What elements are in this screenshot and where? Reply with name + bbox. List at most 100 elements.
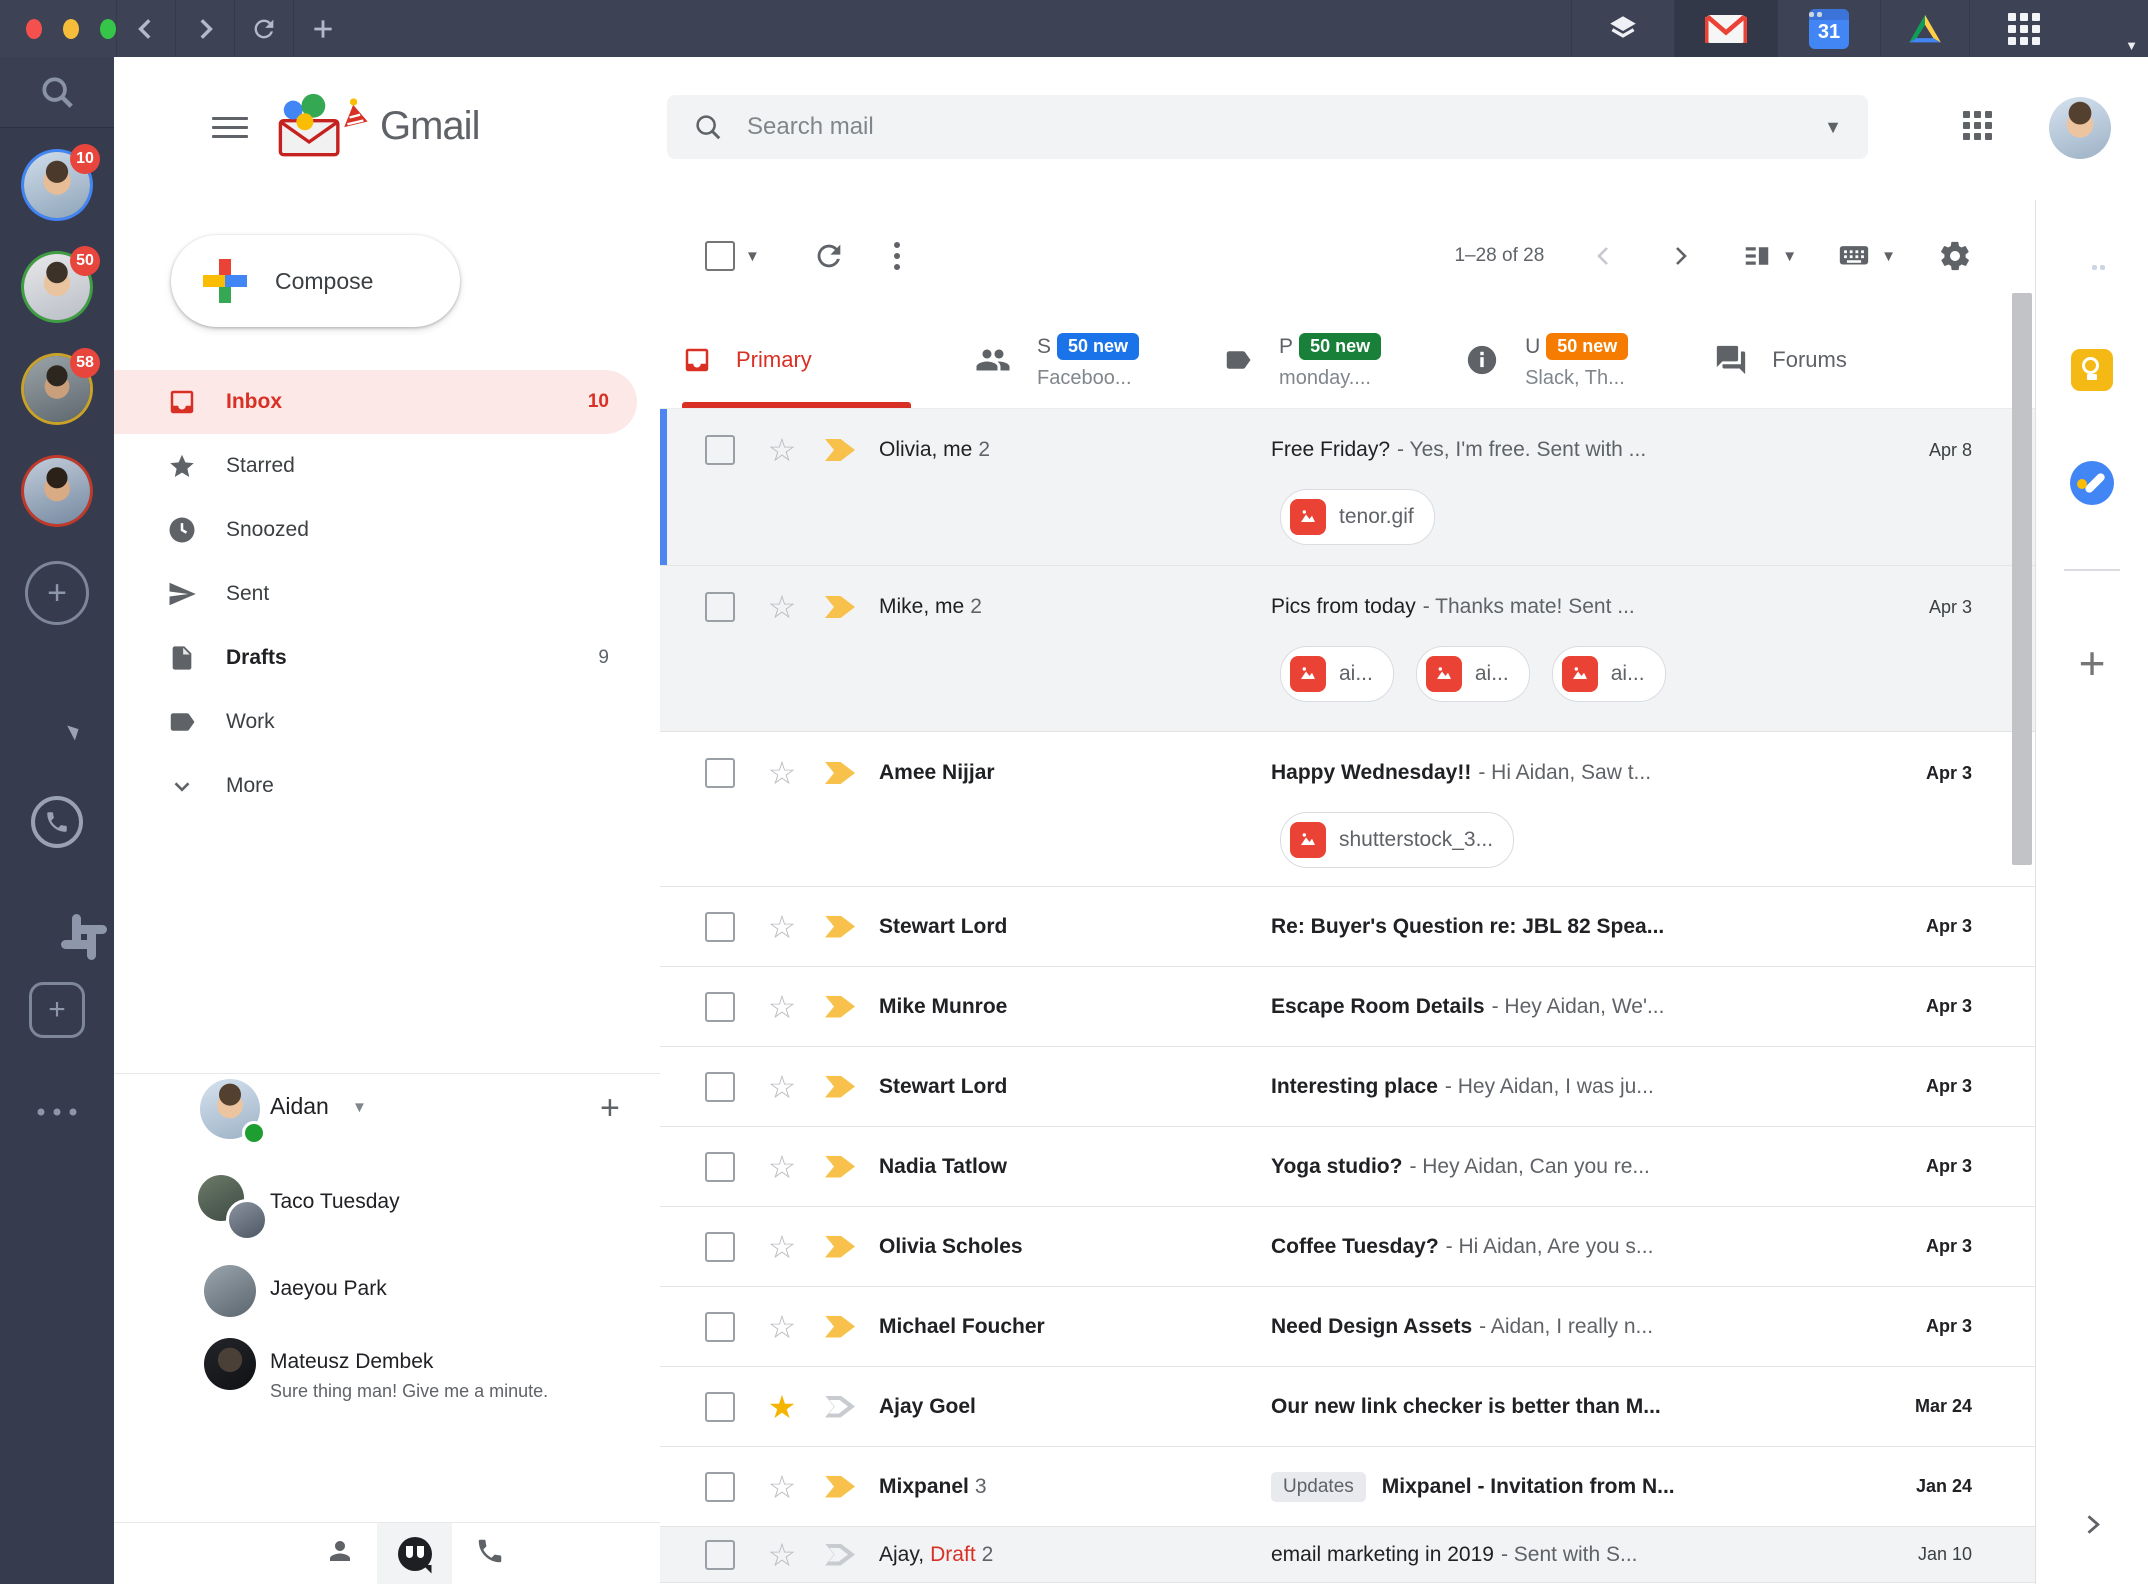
email-row[interactable]: ☆ Michael Foucher Need Design Assets - Aida… [660,1287,2036,1367]
tab-calendar[interactable]: 31 [1777,0,1880,57]
sidebar-item-snoozed[interactable]: Snoozed [114,498,637,562]
star-toggle[interactable]: ☆ [765,1310,799,1344]
importance-marker[interactable] [825,1075,855,1098]
tasks-addon-button[interactable] [2070,461,2114,505]
email-row[interactable]: ☆ Mike, me 2 Pics from today - Thanks mate! … [660,566,2036,732]
importance-marker[interactable] [825,1395,855,1418]
get-addons-button[interactable]: + [2079,636,2106,690]
star-toggle[interactable]: ☆ [765,1070,799,1104]
email-row[interactable]: ☆ Stewart Lord Re: Buyer's Question re: JB… [660,887,2036,967]
star-toggle[interactable]: ☆ [765,910,799,944]
tab-layers[interactable] [1571,0,1674,57]
email-row[interactable]: ☆ Stewart Lord Interesting place - Hey Aida… [660,1047,2036,1127]
search-options-caret-icon[interactable]: ▼ [1824,117,1842,138]
zoom-window-button[interactable] [100,18,116,39]
sidebar-item-work[interactable]: Work [114,690,637,754]
scrollbar-thumb[interactable] [2012,293,2032,865]
importance-marker[interactable] [825,596,855,618]
back-button[interactable] [116,0,175,57]
minimize-window-button[interactable] [63,18,79,39]
star-toggle[interactable]: ☆ [765,590,799,624]
google-apps-button[interactable] [1963,111,1992,140]
star-toggle[interactable]: ☆ [765,1150,799,1184]
email-checkbox[interactable] [705,911,735,942]
importance-marker[interactable] [825,915,855,938]
hamburger-menu-button[interactable] [212,109,248,145]
sidebar-search-button[interactable] [0,57,114,128]
refresh-button[interactable] [812,239,846,273]
email-checkbox[interactable] [705,1151,735,1182]
star-toggle[interactable]: ★ [765,1390,799,1424]
select-all-checkbox[interactable] [705,241,735,271]
star-toggle[interactable]: ☆ [765,1230,799,1264]
email-checkbox[interactable] [705,1231,735,1262]
split-pane-button[interactable]: ▼ [1742,241,1797,271]
attachment-chip[interactable]: shutterstock_3... [1280,812,1515,868]
attachment-chip[interactable]: ai... [1280,646,1394,702]
app-menu-button[interactable]: ▼ [1969,0,2148,57]
importance-marker[interactable] [825,1235,855,1258]
email-checkbox[interactable] [705,1071,735,1102]
hangouts-profile[interactable]: Aidan ▼ + [114,1079,660,1145]
email-row[interactable]: ☆ Mixpanel 3 Updates Mixpanel - Invitation f… [660,1447,2036,1527]
attachment-chip[interactable]: tenor.gif [1280,489,1435,545]
older-page-button[interactable] [1668,244,1692,268]
attachment-chip[interactable]: ai... [1415,646,1530,702]
email-checkbox[interactable] [705,1539,735,1570]
email-row[interactable]: ☆ Olivia, me 2 Free Friday? - Yes, I'm free.… [660,409,2036,566]
tab-social[interactable]: S 50 new Faceboo... [975,331,1140,390]
importance-marker[interactable] [825,1543,855,1566]
star-toggle[interactable]: ☆ [765,1470,799,1504]
email-row[interactable]: ☆ Mike Munroe Escape Room Details - Hey Aid… [660,967,2036,1047]
tab-forums[interactable]: Forums [1714,343,1847,377]
email-checkbox[interactable] [705,1471,735,1502]
importance-marker[interactable] [825,762,855,784]
more-options-button[interactable] [37,1108,77,1116]
chatbar-tab-phone[interactable] [452,1523,527,1584]
email-row[interactable]: ☆ Nadia Tatlow Yoga studio? - Hey Aidan, Ca… [660,1127,2036,1207]
profile-avatar[interactable] [2049,97,2111,159]
sidebar-item-drafts[interactable]: Drafts 9 [114,626,637,690]
star-toggle[interactable]: ☆ [765,990,799,1024]
more-button[interactable] [893,242,900,270]
compose-button[interactable]: Compose [171,235,460,327]
sidebar-item-sent[interactable]: Sent [114,562,637,626]
chevron-down-icon[interactable]: ▼ [352,1099,367,1116]
email-row[interactable]: ☆ Ajay, Draft 2 email marketing in 2019- Sen… [660,1527,2036,1583]
importance-marker[interactable] [825,1315,855,1338]
chatbar-tab-hangouts[interactable] [377,1523,452,1584]
star-toggle[interactable]: ☆ [765,1538,799,1572]
email-checkbox[interactable] [705,1391,735,1422]
email-checkbox[interactable] [705,592,735,622]
new-conversation-button[interactable]: + [600,1091,620,1125]
account-avatar[interactable]: 58 [24,348,100,422]
collapse-rail-button[interactable] [2078,1511,2106,1544]
add-workspace-button[interactable]: + [29,982,85,1038]
sidebar-item-more[interactable]: More [114,754,637,818]
tab-drive[interactable] [1880,0,1969,57]
close-window-button[interactable] [26,18,42,39]
email-checkbox[interactable] [705,991,735,1022]
email-checkbox[interactable] [705,435,735,465]
email-row[interactable]: ★ Ajay Goel Our new link checker is better… [660,1367,2036,1447]
chat-contact[interactable]: Taco Tuesday [114,1175,660,1241]
settings-button[interactable] [1938,239,1972,273]
new-tab-button[interactable] [293,0,352,57]
input-tools-button[interactable]: ▼ [1837,239,1896,273]
sidebar-item-starred[interactable]: Starred [114,434,637,498]
importance-marker[interactable] [825,995,855,1018]
chat-contact[interactable]: Mateusz Dembek Sure thing man! Give me a … [114,1335,660,1419]
whatsapp-app-button[interactable] [31,796,83,848]
account-avatar[interactable]: 10 [24,144,100,218]
star-toggle[interactable]: ☆ [765,433,799,467]
tab-primary[interactable]: Primary [682,312,911,408]
importance-marker[interactable] [825,439,855,461]
newer-page-button[interactable] [1592,244,1616,268]
tab-updates[interactable]: U 50 new Slack, Th... [1465,331,1629,390]
select-caret-icon[interactable]: ▼ [745,248,760,265]
email-row[interactable]: ☆ Olivia Scholes Coffee Tuesday? - Hi Aidan… [660,1207,2036,1287]
chevron-down-icon[interactable]: ▼ [2125,38,2138,53]
tab-gmail[interactable] [1674,0,1777,57]
email-checkbox[interactable] [705,758,735,788]
importance-marker[interactable] [825,1475,855,1498]
